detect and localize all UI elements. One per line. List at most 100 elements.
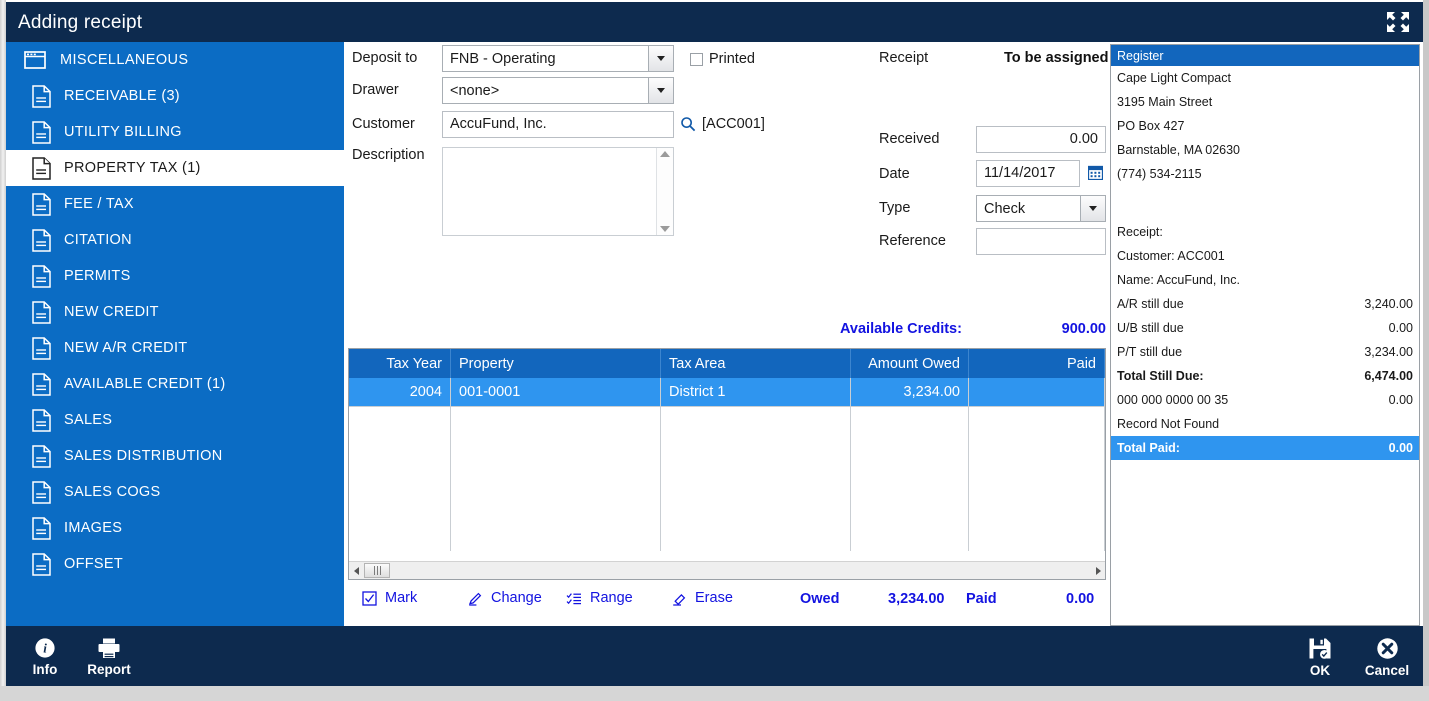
- sidebar-item-citation[interactable]: CITATION: [6, 222, 344, 258]
- sidebar-item-offset[interactable]: OFFSET: [6, 546, 344, 582]
- register-detail-value: 0.00: [1389, 393, 1413, 407]
- receipt-status: To be assigned: [1004, 50, 1108, 66]
- register-detail-line: 000 000 0000 00 350.00: [1111, 388, 1419, 412]
- printed-checkbox[interactable]: Printed: [690, 51, 755, 67]
- sidebar-item-new-a-r-credit[interactable]: NEW A/R CREDIT: [6, 330, 344, 366]
- document-icon: [26, 369, 56, 399]
- date-label: Date: [879, 166, 910, 182]
- info-button[interactable]: i Info: [14, 632, 76, 682]
- receipt-label: Receipt: [879, 50, 928, 66]
- calendar-icon[interactable]: [1088, 165, 1103, 180]
- table-row[interactable]: 2004001-0001District 13,234.00: [349, 378, 1105, 407]
- cancel-label: Cancel: [1365, 663, 1409, 678]
- sidebar-item-available-credit-1[interactable]: AVAILABLE CREDIT (1): [6, 366, 344, 402]
- range-button[interactable]: Range: [566, 590, 633, 606]
- main-form-panel: Deposit to FNB - Operating Printed Drawe…: [344, 42, 1110, 626]
- grid-column-header[interactable]: Tax Area: [661, 349, 851, 378]
- register-header: Register: [1111, 45, 1419, 66]
- drawer-select[interactable]: <none>: [442, 77, 674, 104]
- cancel-button[interactable]: Cancel: [1356, 632, 1418, 682]
- document-icon: [26, 189, 56, 219]
- register-address-text: 3195 Main Street: [1117, 95, 1413, 109]
- scroll-down-icon[interactable]: [660, 226, 670, 232]
- description-value[interactable]: [443, 148, 656, 235]
- sidebar-item-fee-tax[interactable]: FEE / TAX: [6, 186, 344, 222]
- chevron-down-icon[interactable]: [648, 46, 673, 71]
- description-textarea[interactable]: [442, 147, 674, 236]
- register-detail-label: A/R still due: [1117, 297, 1364, 311]
- scrollbar-thumb[interactable]: [364, 563, 390, 578]
- document-icon: [26, 81, 56, 111]
- customer-input[interactable]: AccuFund, Inc.: [442, 111, 674, 138]
- grid-column-header[interactable]: Property: [451, 349, 661, 378]
- register-address-line: 3195 Main Street: [1111, 90, 1419, 114]
- sidebar-item-label: SALES: [64, 412, 112, 428]
- sidebar-item-utility-billing[interactable]: UTILITY BILLING: [6, 114, 344, 150]
- adding-receipt-window: Adding receipt: [0, 0, 1429, 701]
- register-detail-value: 3,240.00: [1364, 297, 1413, 311]
- sidebar-item-label: FEE / TAX: [64, 196, 134, 212]
- drawer-value: <none>: [443, 83, 648, 99]
- deposit-to-select[interactable]: FNB - Operating: [442, 45, 674, 72]
- sidebar-item-label: PERMITS: [64, 268, 131, 284]
- change-button[interactable]: Change: [468, 590, 542, 606]
- received-input[interactable]: 0.00: [976, 126, 1106, 153]
- deposit-to-value: FNB - Operating: [443, 51, 648, 67]
- sidebar-item-label: AVAILABLE CREDIT (1): [64, 376, 226, 392]
- eraser-icon: [672, 591, 687, 606]
- type-select[interactable]: Check: [976, 195, 1106, 222]
- report-button[interactable]: Report: [78, 632, 140, 682]
- sidebar-item-permits[interactable]: PERMITS: [6, 258, 344, 294]
- sidebar-item-property-tax-1[interactable]: PROPERTY TAX (1): [6, 150, 344, 186]
- checkbox-icon[interactable]: [690, 53, 703, 66]
- window-bottom-border: [0, 686, 1429, 701]
- mark-button[interactable]: Mark: [362, 590, 417, 606]
- sidebar-item-sales-cogs[interactable]: SALES COGS: [6, 474, 344, 510]
- reference-label: Reference: [879, 233, 946, 249]
- paid-label: Paid: [966, 591, 997, 607]
- sidebar-tree: MISCELLANEOUS RECEIVABLE (3) UTILITY BIL…: [6, 42, 344, 626]
- sidebar-item-new-credit[interactable]: NEW CREDIT: [6, 294, 344, 330]
- description-scrollbar[interactable]: [656, 148, 673, 235]
- register-address-text: Barnstable, MA 02630: [1117, 143, 1413, 157]
- grid-column-header[interactable]: Tax Year: [349, 349, 451, 378]
- grid-empty-area: [349, 407, 1105, 551]
- sidebar-item-sales[interactable]: SALES: [6, 402, 344, 438]
- grid-column-header[interactable]: Amount Owed: [851, 349, 969, 378]
- paid-value: 0.00: [1066, 591, 1094, 607]
- reference-input[interactable]: [976, 228, 1106, 255]
- ok-button[interactable]: OK: [1289, 632, 1351, 682]
- expand-arrows-icon[interactable]: [1385, 10, 1411, 34]
- document-icon: [26, 549, 56, 579]
- sidebar-root-miscellaneous[interactable]: MISCELLANEOUS: [6, 42, 344, 78]
- grid-horizontal-scrollbar[interactable]: [349, 561, 1105, 579]
- grid-cell-tax-area: District 1: [661, 378, 851, 407]
- sidebar-item-sales-distribution[interactable]: SALES DISTRIBUTION: [6, 438, 344, 474]
- register-detail-line: Name: AccuFund, Inc.: [1111, 268, 1419, 292]
- type-label: Type: [879, 200, 910, 216]
- chevron-down-icon[interactable]: [648, 78, 673, 103]
- register-address-block: Cape Light Compact3195 Main StreetPO Box…: [1111, 66, 1419, 186]
- document-icon: [26, 333, 56, 363]
- description-label: Description: [352, 147, 425, 163]
- grid-column-header[interactable]: Paid: [969, 349, 1105, 378]
- sidebar-root-label: MISCELLANEOUS: [60, 52, 189, 68]
- date-input[interactable]: 11/14/2017: [976, 160, 1080, 187]
- register-detail-label: Name: AccuFund, Inc.: [1117, 273, 1413, 287]
- register-detail-label: Receipt:: [1117, 225, 1413, 239]
- sidebar-item-receivable-3[interactable]: RECEIVABLE (3): [6, 78, 344, 114]
- window-icon: [20, 45, 50, 75]
- magnifier-icon[interactable]: [680, 116, 696, 132]
- chevron-down-icon[interactable]: [1080, 196, 1105, 221]
- range-label: Range: [590, 590, 633, 606]
- register-detail-line: P/T still due3,234.00: [1111, 340, 1419, 364]
- register-address-line: (774) 534-2115: [1111, 162, 1419, 186]
- scroll-up-icon[interactable]: [660, 151, 670, 157]
- sidebar-item-images[interactable]: IMAGES: [6, 510, 344, 546]
- pencil-icon: [468, 591, 483, 606]
- erase-button[interactable]: Erase: [672, 590, 733, 606]
- scroll-left-icon[interactable]: [349, 567, 363, 575]
- list-range-icon: [566, 591, 582, 606]
- register-detail-label: U/B still due: [1117, 321, 1389, 335]
- scroll-right-icon[interactable]: [1091, 567, 1105, 575]
